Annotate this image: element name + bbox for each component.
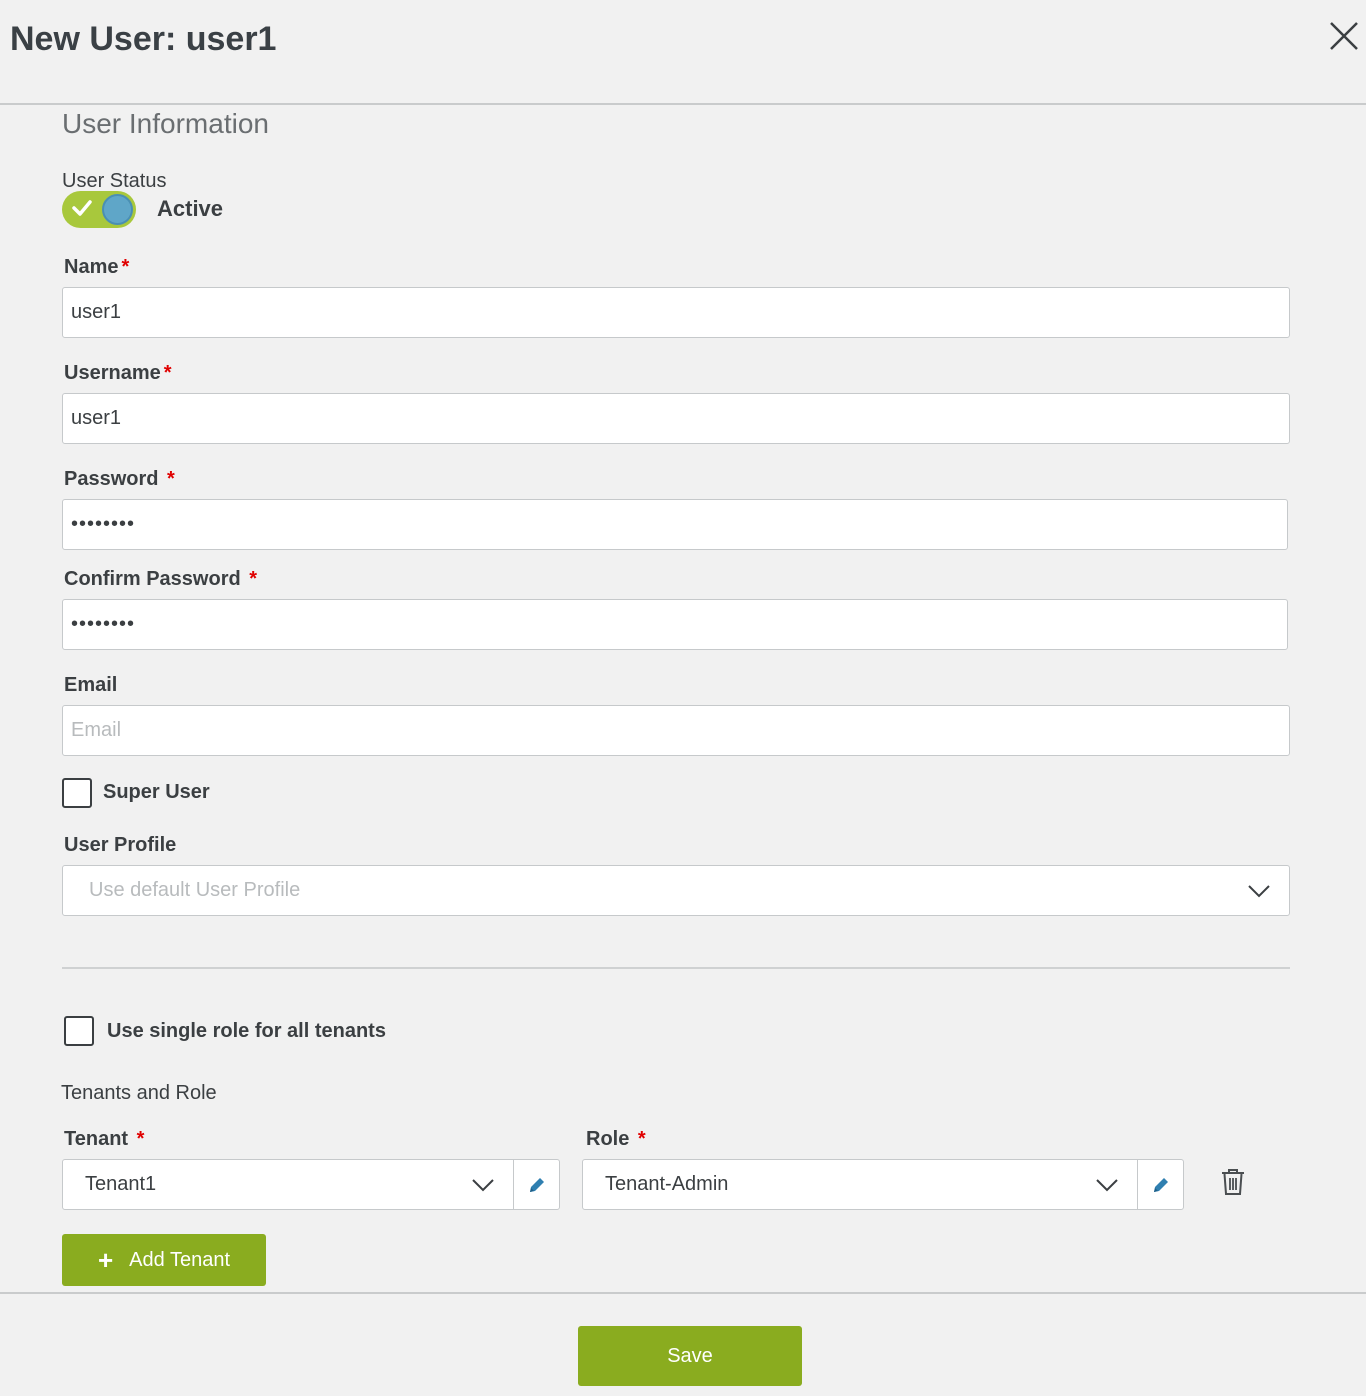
email-field[interactable]: Email [62, 705, 1290, 756]
save-button[interactable]: Save [578, 1326, 802, 1386]
required-marker: * [163, 362, 172, 384]
user-status-value: Active [157, 196, 224, 221]
password-field[interactable]: •••••••• [62, 499, 1288, 550]
username-field[interactable]: user1 [62, 393, 1290, 444]
close-icon[interactable] [1328, 20, 1360, 52]
user-profile-label: User Profile [64, 834, 177, 856]
email-label: Email [64, 674, 118, 696]
tenant-edit-button[interactable] [513, 1160, 559, 1209]
tenant-select[interactable]: Tenant1 [62, 1159, 560, 1210]
plus-icon: + [97, 1245, 114, 1275]
chevron-down-icon [472, 1178, 494, 1191]
single-role-checkbox[interactable] [64, 1016, 94, 1046]
confirm-password-field[interactable]: •••••••• [62, 599, 1288, 650]
name-label: Name * [64, 256, 130, 278]
pencil-icon [529, 1177, 544, 1192]
chevron-down-icon [1248, 884, 1270, 897]
password-label: Password * [64, 468, 175, 490]
add-tenant-label: Add Tenant [129, 1248, 231, 1271]
role-edit-button[interactable] [1137, 1160, 1183, 1209]
single-role-label: Use single role for all tenants [107, 1020, 386, 1042]
super-user-label: Super User [103, 781, 210, 803]
user-profile-select[interactable]: Use default User Profile [62, 865, 1290, 916]
trash-icon[interactable] [1220, 1168, 1246, 1196]
role-label: Role * [586, 1128, 646, 1150]
super-user-checkbox[interactable] [62, 778, 92, 808]
dialog-title: New User: user1 [10, 20, 277, 58]
check-icon [72, 200, 92, 216]
tenants-role-title: Tenants and Role [61, 1082, 217, 1104]
required-marker: * [637, 1128, 646, 1150]
tenant-value: Tenant1 [85, 1173, 157, 1195]
tenant-label: Tenant * [64, 1128, 145, 1150]
dialog-header: New User: user1 [0, 0, 1366, 105]
chevron-down-icon [1096, 1178, 1118, 1191]
required-marker: * [136, 1128, 145, 1150]
name-field[interactable]: user1 [62, 287, 1290, 338]
required-marker: * [121, 256, 130, 278]
username-label: Username * [64, 362, 172, 384]
confirm-password-label: Confirm Password * [64, 568, 258, 590]
add-tenant-button[interactable]: + Add Tenant [62, 1234, 266, 1286]
role-value: Tenant-Admin [605, 1173, 729, 1195]
user-profile-value: Use default User Profile [89, 879, 301, 901]
user-status-toggle[interactable] [62, 191, 136, 228]
required-marker: * [167, 468, 175, 490]
pencil-icon [1153, 1177, 1168, 1192]
section-title: User Information [62, 108, 269, 139]
toggle-knob [102, 194, 133, 225]
required-marker: * [249, 568, 258, 590]
role-select[interactable]: Tenant-Admin [582, 1159, 1184, 1210]
section-divider [62, 967, 1290, 969]
user-status-label: User Status [62, 170, 167, 192]
